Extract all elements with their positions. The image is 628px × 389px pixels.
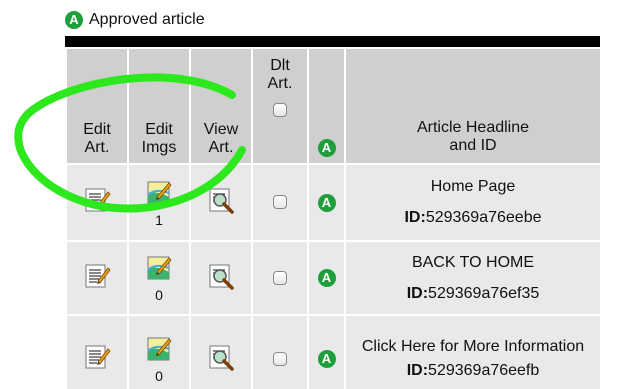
- edit-document-icon[interactable]: [83, 262, 111, 290]
- edit-image-icon[interactable]: [145, 179, 173, 207]
- approved-badge-icon: A: [317, 193, 336, 212]
- header-approved: A: [307, 47, 346, 165]
- edit-document-icon[interactable]: [83, 343, 111, 371]
- header-edit-article: Edit Art.: [65, 47, 129, 165]
- approved-badge-icon: A: [65, 11, 83, 29]
- magnifier-view-icon[interactable]: [207, 262, 235, 290]
- image-count: 0: [155, 368, 163, 384]
- article-id-value: 529369a76eebe: [425, 209, 542, 226]
- article-id: ID:529369a76eebe: [346, 208, 600, 228]
- article-id-value: 529369a76eefb: [428, 362, 540, 379]
- table-row: 1 A Home Page ID:529369a76eebe: [65, 163, 602, 242]
- article-headline-link[interactable]: Click Here for More Information: [346, 337, 600, 357]
- article-id-label: ID:: [404, 209, 426, 226]
- delete-article-cell: [251, 163, 309, 242]
- header-edit-images: Edit Imgs: [127, 47, 191, 165]
- article-headline-link[interactable]: BACK TO HOME: [346, 253, 600, 273]
- headline-cell: Click Here for More Information ID:52936…: [344, 314, 602, 389]
- headline-cell: Home Page ID:529369a76eebe: [344, 163, 602, 242]
- approved-legend: A Approved article: [65, 9, 205, 31]
- delete-article-checkbox[interactable]: [273, 270, 287, 285]
- article-id-value: 529369a76ef35: [428, 284, 540, 302]
- table-header-row: Edit Art. Edit Imgs View Art. Dlt Art. A…: [65, 47, 602, 165]
- delete-article-cell: [251, 314, 309, 389]
- approved-status-cell: A: [307, 240, 346, 316]
- delete-article-cell: [251, 240, 309, 316]
- delete-article-checkbox[interactable]: [273, 195, 287, 210]
- edit-image-icon[interactable]: [145, 254, 173, 282]
- article-id-label: ID:: [406, 284, 429, 302]
- article-headline-link[interactable]: Home Page: [346, 177, 600, 197]
- table-row: 0 A Click Here for More Information ID:5…: [65, 314, 602, 389]
- article-id: ID:529369a76eefb: [346, 361, 600, 381]
- article-list-page: A Approved article Edit Art. Edit Imgs V…: [0, 0, 628, 389]
- approved-badge-icon: A: [317, 350, 336, 368]
- headline-cell: BACK TO HOME ID:529369a76ef35: [344, 240, 602, 316]
- edit-article-cell: [65, 314, 129, 389]
- view-article-cell: [189, 163, 253, 242]
- header-delete-article: Dlt Art.: [251, 47, 309, 165]
- approved-status-cell: A: [307, 163, 346, 242]
- image-count: 0: [155, 287, 163, 303]
- table-row: 0 A BACK TO HOME ID:529369a76ef35: [65, 240, 602, 316]
- select-all-delete-checkbox[interactable]: [273, 103, 287, 117]
- magnifier-view-icon[interactable]: [207, 186, 235, 214]
- edit-images-cell: 0: [127, 240, 191, 316]
- header-headline: Article Headline and ID: [344, 47, 602, 165]
- article-id: ID:529369a76ef35: [346, 284, 600, 304]
- header-view-article: View Art.: [189, 47, 253, 165]
- approved-badge-icon: A: [317, 269, 336, 287]
- edit-article-cell: [65, 240, 129, 316]
- edit-document-icon[interactable]: [83, 186, 111, 214]
- approved-legend-label: Approved article: [89, 11, 205, 28]
- approved-status-cell: A: [307, 314, 346, 389]
- image-count: 1: [155, 211, 163, 228]
- delete-article-checkbox[interactable]: [273, 351, 287, 366]
- articles-table: Edit Art. Edit Imgs View Art. Dlt Art. A…: [65, 47, 602, 389]
- magnifier-view-icon[interactable]: [207, 343, 235, 371]
- view-article-cell: [189, 314, 253, 389]
- edit-image-icon[interactable]: [145, 335, 173, 363]
- edit-images-cell: 0: [127, 314, 191, 389]
- table-top-rule: [65, 36, 600, 47]
- edit-images-cell: 1: [127, 163, 191, 242]
- article-id-label: ID:: [406, 362, 429, 379]
- edit-article-cell: [65, 163, 129, 242]
- view-article-cell: [189, 240, 253, 316]
- approved-badge-icon: A: [317, 139, 336, 157]
